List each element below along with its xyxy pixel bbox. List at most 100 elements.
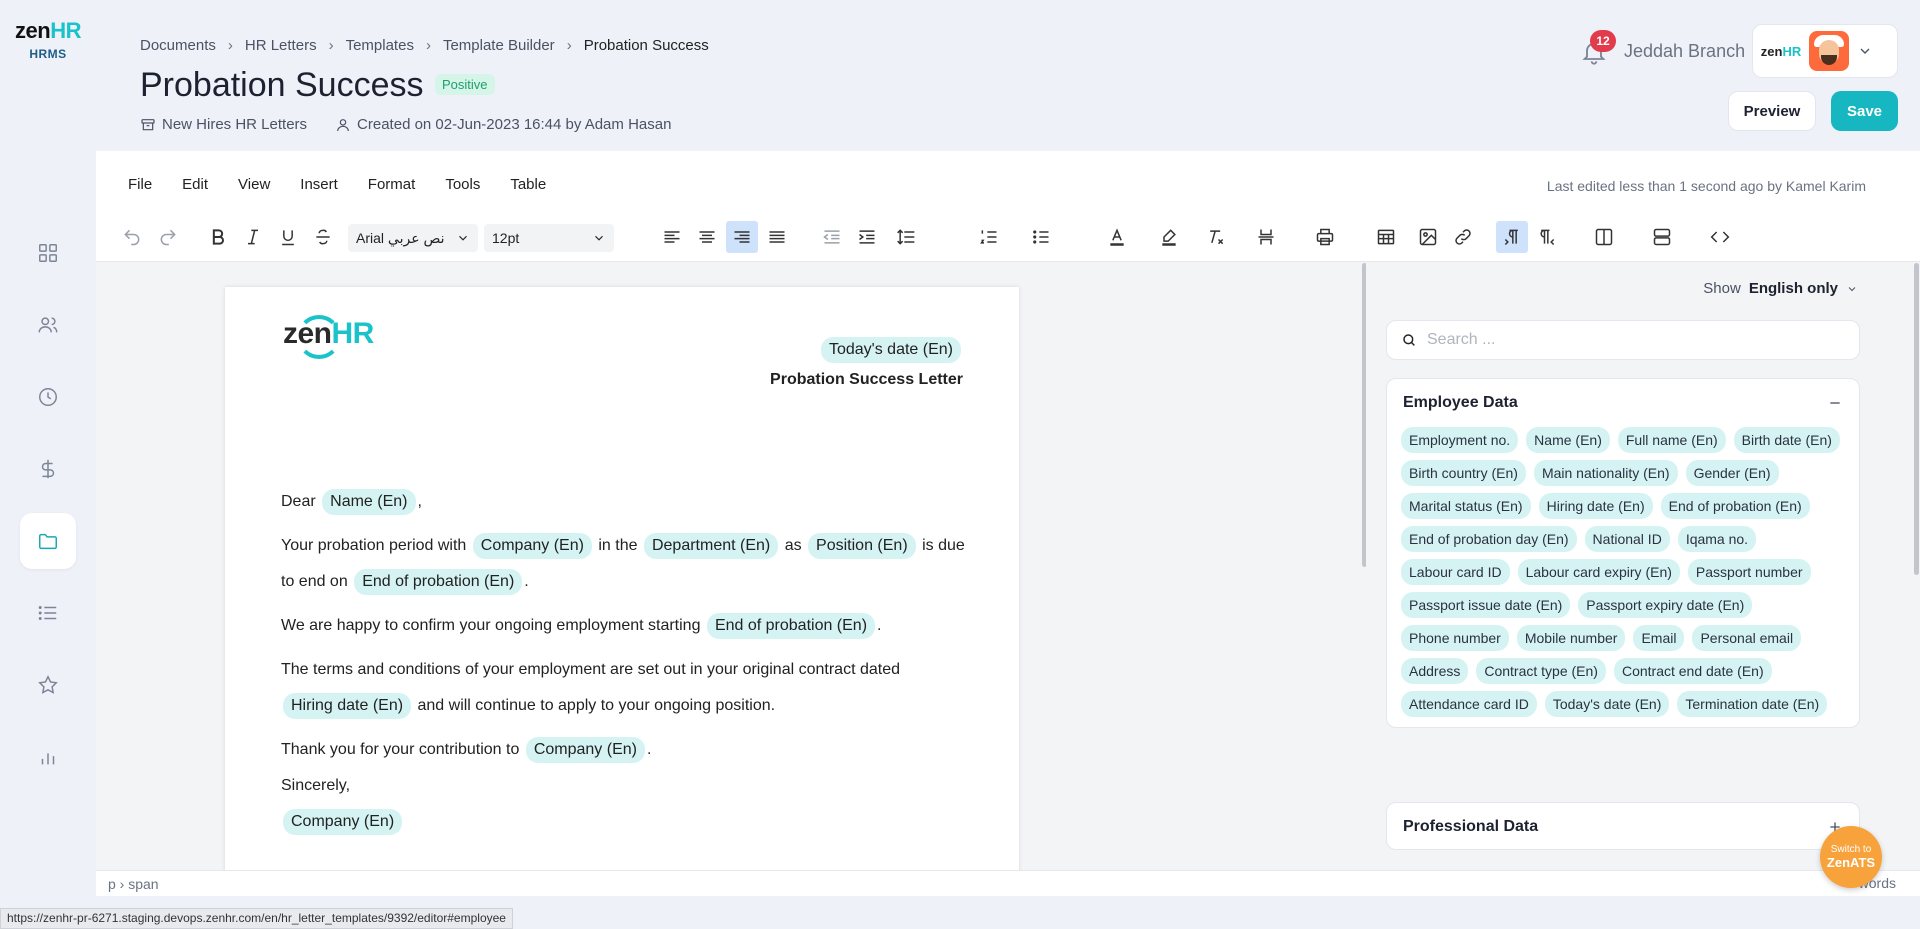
align-right-button[interactable]	[726, 221, 758, 253]
numbered-list-button[interactable]	[966, 221, 1012, 253]
placeholder-chip[interactable]: Name (En)	[1526, 427, 1610, 453]
outdent-button[interactable]	[816, 221, 848, 253]
underline-button[interactable]	[272, 221, 304, 253]
align-center-button[interactable]	[691, 221, 723, 253]
justify-button[interactable]	[761, 221, 793, 253]
paragraph[interactable]: Sincerely,	[281, 768, 971, 804]
placeholder-chip[interactable]: End of probation day (En)	[1401, 526, 1577, 552]
rtl-button[interactable]	[1531, 221, 1563, 253]
strikethrough-button[interactable]	[307, 221, 339, 253]
placeholder-chip[interactable]: Today's date (En)	[1544, 691, 1670, 717]
menu-file[interactable]: File	[128, 176, 152, 193]
save-button[interactable]: Save	[1831, 91, 1898, 131]
paragraph[interactable]: Dear Name (En),	[281, 484, 971, 520]
placeholder-chip[interactable]: Iqama no.	[1677, 526, 1757, 552]
section-header[interactable]: Professional Data	[1387, 803, 1859, 851]
placeholder-tag[interactable]: Hiring date (En)	[283, 693, 412, 719]
user-menu[interactable]: zen HR	[1752, 24, 1898, 78]
placeholder-chip[interactable]: Termination date (En)	[1677, 691, 1828, 717]
breadcrumb-templates[interactable]: Templates	[346, 37, 414, 54]
placeholder-chip[interactable]: Employment no.	[1401, 427, 1519, 453]
paragraph[interactable]: The terms and conditions of your employm…	[281, 652, 971, 724]
letter-page[interactable]: zenHR Today's date (En) Probation Succes…	[225, 287, 1019, 870]
placeholder-chip[interactable]: Labour card ID	[1401, 559, 1510, 585]
italic-button[interactable]	[237, 221, 269, 253]
placeholder-chip[interactable]: Personal email	[1692, 625, 1802, 651]
placeholder-tag[interactable]: End of probation (En)	[354, 569, 523, 595]
bold-button[interactable]	[202, 221, 234, 253]
placeholder-chip[interactable]: Passport issue date (En)	[1401, 592, 1571, 618]
menu-tools[interactable]: Tools	[445, 176, 480, 193]
menu-view[interactable]: View	[238, 176, 270, 193]
font-size-select[interactable]: 12pt	[484, 224, 614, 252]
nav-attendance[interactable]	[20, 369, 76, 425]
undo-button[interactable]	[116, 221, 148, 253]
nav-payroll[interactable]	[20, 441, 76, 497]
placeholder-chip[interactable]: Main nationality (En)	[1533, 460, 1678, 486]
placeholder-chip[interactable]: Phone number	[1401, 625, 1509, 651]
placeholder-chip[interactable]: End of probation (En)	[1660, 493, 1810, 519]
paragraph[interactable]: Your probation period with Company (En) …	[281, 528, 971, 600]
bullet-list-button[interactable]	[1018, 221, 1064, 253]
menu-table[interactable]: Table	[510, 176, 546, 193]
paragraph[interactable]: We are happy to confirm your ongoing emp…	[281, 608, 971, 644]
switch-to-zenats-button[interactable]: Switch to ZenATS	[1820, 826, 1882, 888]
nav-requests[interactable]	[20, 585, 76, 641]
search-input[interactable]	[1427, 331, 1827, 349]
placeholder-chip[interactable]: Address	[1401, 658, 1469, 684]
placeholder-tag[interactable]: End of probation (En)	[706, 613, 876, 639]
paragraph[interactable]: Thank you for your contribution to Compa…	[281, 732, 971, 768]
menu-edit[interactable]: Edit	[182, 176, 208, 193]
placeholder-chip[interactable]: Full name (En)	[1617, 427, 1726, 453]
table-button[interactable]	[1366, 221, 1406, 253]
placeholder-tag[interactable]: Company (En)	[472, 533, 592, 559]
breadcrumb-hr-letters[interactable]: HR Letters	[245, 37, 317, 54]
paragraph[interactable]: Company (En)	[281, 804, 971, 840]
placeholder-chip[interactable]: Birth country (En)	[1401, 460, 1526, 486]
letter-title[interactable]: Probation Success Letter	[770, 371, 963, 389]
document-canvas[interactable]: zenHR Today's date (En) Probation Succes…	[96, 262, 1366, 870]
placeholder-chip[interactable]: Birth date (En)	[1733, 427, 1840, 453]
element-path[interactable]: p › span	[108, 876, 159, 892]
section-header[interactable]: Employee Data	[1387, 379, 1859, 427]
highlight-color-button[interactable]	[1146, 221, 1192, 253]
menu-insert[interactable]: Insert	[300, 176, 338, 193]
placeholder-chip[interactable]: Attendance card ID	[1401, 691, 1537, 717]
placeholder-chip[interactable]: National ID	[1584, 526, 1670, 552]
placeholder-chip[interactable]: Contract type (En)	[1476, 658, 1606, 684]
placeholder-chip[interactable]: Gender (En)	[1685, 460, 1779, 486]
page-break-button[interactable]	[1250, 221, 1282, 253]
nav-documents[interactable]	[20, 513, 76, 569]
placeholder-chip[interactable]: Mobile number	[1516, 625, 1626, 651]
source-code-button[interactable]	[1704, 221, 1736, 253]
letter-body[interactable]: Dear Name (En), Your probation period wi…	[281, 484, 971, 840]
text-color-button[interactable]	[1094, 221, 1140, 253]
image-button[interactable]	[1412, 221, 1444, 253]
clear-format-button[interactable]	[1200, 221, 1232, 253]
nav-dashboard[interactable]	[20, 225, 76, 281]
placeholder-chip[interactable]: Passport expiry date (En)	[1578, 592, 1753, 618]
collapse-icon[interactable]	[1827, 395, 1843, 411]
split-vertical-button[interactable]	[1586, 221, 1622, 253]
language-filter[interactable]: Show English only	[1703, 280, 1858, 297]
print-button[interactable]	[1309, 221, 1341, 253]
placeholder-chip[interactable]: Email	[1633, 625, 1685, 651]
menu-format[interactable]: Format	[368, 176, 416, 193]
placeholder-chip[interactable]: Labour card expiry (En)	[1517, 559, 1680, 585]
split-horizontal-button[interactable]	[1644, 221, 1680, 253]
breadcrumb-template-builder[interactable]: Template Builder	[443, 37, 555, 54]
nav-reports[interactable]	[20, 729, 76, 785]
brand-logo[interactable]: zenHR HRMS	[12, 18, 84, 61]
placeholder-tag[interactable]: Department (En)	[643, 533, 779, 559]
placeholder-tag[interactable]: Today's date (En)	[820, 337, 961, 363]
nav-favorites[interactable]	[20, 657, 76, 713]
link-button[interactable]	[1447, 221, 1479, 253]
placeholder-chip[interactable]: Hiring date (En)	[1538, 493, 1653, 519]
nav-employees[interactable]	[20, 297, 76, 353]
ltr-button[interactable]	[1496, 221, 1528, 253]
placeholder-tag[interactable]: Company (En)	[525, 737, 645, 763]
placeholder-chip[interactable]: Passport number	[1687, 559, 1811, 585]
align-left-button[interactable]	[656, 221, 688, 253]
placeholder-chip[interactable]: Marital status (En)	[1401, 493, 1531, 519]
redo-button[interactable]	[152, 221, 184, 253]
